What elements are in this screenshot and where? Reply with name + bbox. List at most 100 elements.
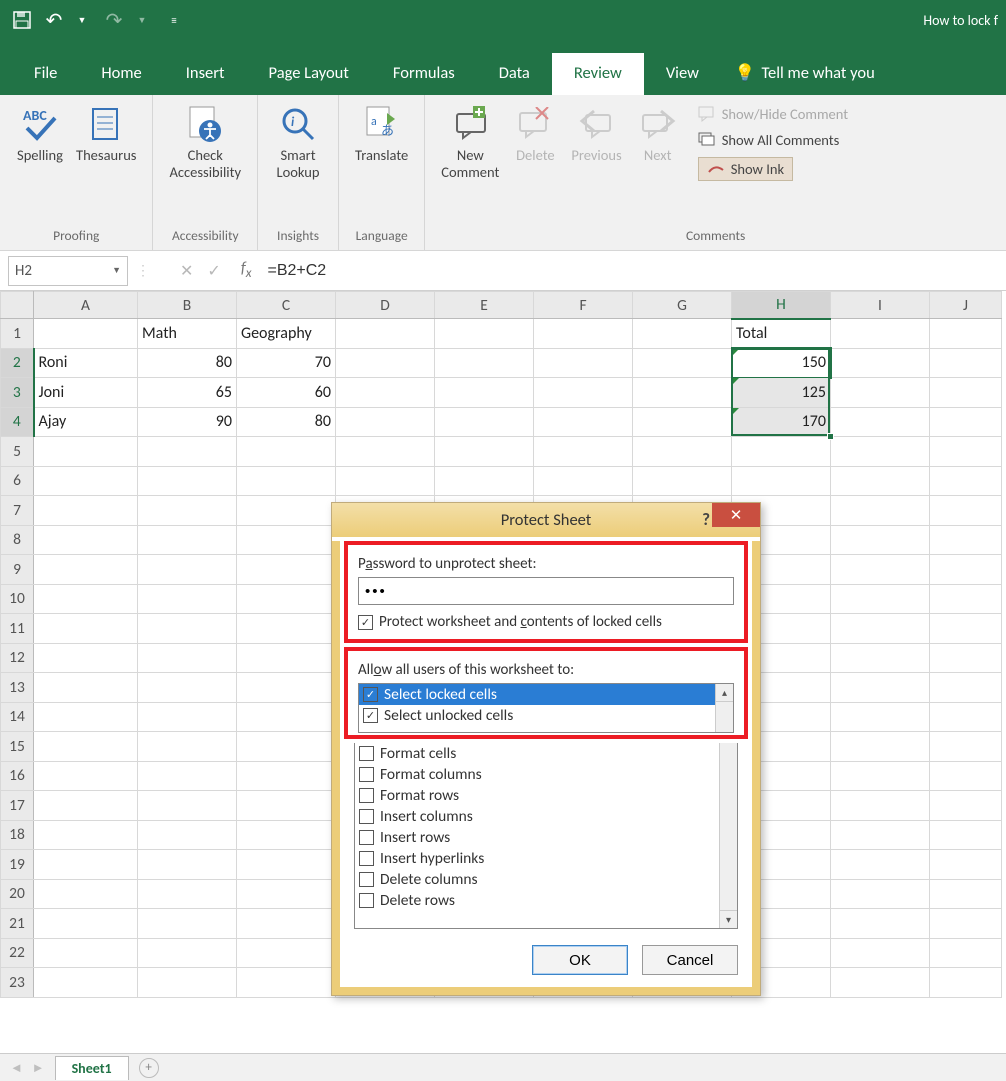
smart-lookup-button[interactable]: i Smart Lookup xyxy=(268,101,328,186)
cell[interactable] xyxy=(831,496,930,526)
cancel-button[interactable]: Cancel xyxy=(642,945,738,975)
cell[interactable] xyxy=(237,938,336,968)
cell[interactable] xyxy=(831,584,930,614)
cell[interactable]: 65 xyxy=(138,378,237,408)
cell[interactable] xyxy=(237,791,336,821)
cell[interactable] xyxy=(34,437,138,467)
show-all-comments-button[interactable]: Show All Comments xyxy=(694,129,852,151)
dialog-help-icon[interactable]: ? xyxy=(702,509,710,530)
cell[interactable] xyxy=(930,378,1002,408)
add-sheet-button[interactable]: + xyxy=(139,1058,159,1078)
row-header[interactable]: 19 xyxy=(1,850,34,880)
cell[interactable] xyxy=(237,466,336,496)
cell[interactable] xyxy=(930,407,1002,437)
cell[interactable] xyxy=(831,643,930,673)
permission-option[interactable]: Format rows xyxy=(355,785,737,806)
cell[interactable] xyxy=(138,879,237,909)
cell[interactable]: 90 xyxy=(138,407,237,437)
cell[interactable] xyxy=(237,525,336,555)
tab-insert[interactable]: Insert xyxy=(164,53,247,95)
cell[interactable] xyxy=(34,968,138,998)
cell[interactable]: 80 xyxy=(237,407,336,437)
cell[interactable] xyxy=(138,702,237,732)
cell[interactable] xyxy=(138,968,237,998)
row-header[interactable]: 6 xyxy=(1,466,34,496)
qat-customize[interactable]: ≡ xyxy=(160,6,188,34)
cell[interactable] xyxy=(34,466,138,496)
cell[interactable] xyxy=(237,732,336,762)
cell[interactable] xyxy=(138,614,237,644)
cell[interactable] xyxy=(138,938,237,968)
tab-page-layout[interactable]: Page Layout xyxy=(247,53,371,95)
tab-home[interactable]: Home xyxy=(79,53,163,95)
row-header[interactable]: 12 xyxy=(1,643,34,673)
row-header[interactable]: 22 xyxy=(1,938,34,968)
cell[interactable] xyxy=(138,466,237,496)
cell[interactable] xyxy=(34,643,138,673)
cell[interactable] xyxy=(831,319,930,349)
column-header[interactable]: A xyxy=(34,292,138,319)
cell[interactable] xyxy=(831,820,930,850)
cell[interactable] xyxy=(138,437,237,467)
cell[interactable] xyxy=(831,909,930,939)
cell[interactable] xyxy=(336,437,435,467)
scrollbar[interactable]: ▾ xyxy=(719,743,737,928)
tab-file[interactable]: File xyxy=(12,53,79,95)
cell[interactable] xyxy=(34,791,138,821)
cell[interactable] xyxy=(534,348,633,378)
row-header[interactable]: 3 xyxy=(1,378,34,408)
cell[interactable] xyxy=(930,879,1002,909)
cell[interactable] xyxy=(831,673,930,703)
formula-input[interactable] xyxy=(263,251,1006,290)
cell[interactable] xyxy=(633,378,732,408)
cell[interactable] xyxy=(534,437,633,467)
sheet-nav-buttons[interactable]: ◄ ► xyxy=(10,1060,45,1076)
cell[interactable] xyxy=(633,407,732,437)
cell[interactable] xyxy=(138,496,237,526)
cell[interactable] xyxy=(237,584,336,614)
cell[interactable] xyxy=(34,673,138,703)
cell[interactable] xyxy=(138,820,237,850)
scrollbar[interactable]: ▴ xyxy=(715,684,733,732)
new-comment-button[interactable]: New Comment xyxy=(435,101,505,186)
permission-option[interactable]: ✓Select locked cells xyxy=(359,684,733,705)
cell[interactable] xyxy=(930,584,1002,614)
cell[interactable] xyxy=(138,791,237,821)
cell[interactable] xyxy=(34,584,138,614)
cell[interactable] xyxy=(336,378,435,408)
cell[interactable] xyxy=(435,466,534,496)
cell[interactable] xyxy=(138,732,237,762)
permission-option[interactable]: Insert hyperlinks xyxy=(355,848,737,869)
row-header[interactable]: 14 xyxy=(1,702,34,732)
cell[interactable]: Geography xyxy=(237,319,336,349)
permissions-list-bottom[interactable]: Format cellsFormat columnsFormat rowsIns… xyxy=(354,743,738,929)
cell[interactable]: 80 xyxy=(138,348,237,378)
check-accessibility-button[interactable]: Check Accessibility xyxy=(163,101,247,186)
cell[interactable] xyxy=(435,319,534,349)
cell[interactable] xyxy=(237,673,336,703)
row-header[interactable]: 8 xyxy=(1,525,34,555)
cell[interactable] xyxy=(138,850,237,880)
cell[interactable] xyxy=(138,525,237,555)
permission-option[interactable]: Insert columns xyxy=(355,806,737,827)
cell[interactable]: Ajay xyxy=(34,407,138,437)
cell[interactable] xyxy=(831,407,930,437)
cell[interactable] xyxy=(831,850,930,880)
cancel-formula-icon[interactable]: ✕ xyxy=(180,261,193,281)
cell[interactable] xyxy=(930,938,1002,968)
cell[interactable]: 150 xyxy=(732,348,831,378)
fx-icon[interactable]: fx xyxy=(241,259,252,281)
cell[interactable] xyxy=(930,909,1002,939)
cell[interactable] xyxy=(138,673,237,703)
undo-button[interactable]: ↶ xyxy=(40,6,68,34)
row-header[interactable]: 7 xyxy=(1,496,34,526)
cell[interactable] xyxy=(138,909,237,939)
scroll-up-icon[interactable]: ▴ xyxy=(716,684,733,702)
tab-data[interactable]: Data xyxy=(477,53,552,95)
name-box-dropdown-icon[interactable]: ▼ xyxy=(112,265,121,276)
show-ink-button[interactable]: Show Ink xyxy=(694,155,852,183)
select-all-corner[interactable] xyxy=(1,292,34,319)
row-header[interactable]: 20 xyxy=(1,879,34,909)
cell[interactable] xyxy=(930,761,1002,791)
cell[interactable]: 125 xyxy=(732,378,831,408)
